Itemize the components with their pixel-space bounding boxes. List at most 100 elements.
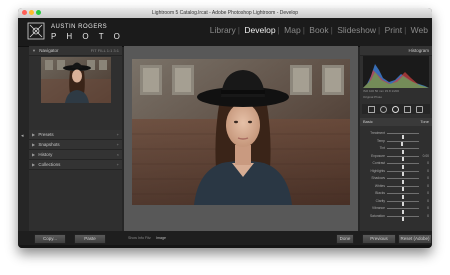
slider-track[interactable] — [387, 208, 419, 214]
expand-triangle-icon: ▶ — [32, 152, 36, 157]
slider-value[interactable]: 0 — [427, 198, 429, 206]
title-bar: Lightroom 5 Catalog.lrcat - Adobe Photos… — [18, 8, 432, 18]
slider-track[interactable] — [387, 170, 419, 177]
module-web[interactable]: Web — [411, 25, 428, 35]
slider-treatment[interactable]: Treatment — [363, 130, 429, 139]
slider-highlights[interactable]: Highlights 0 — [363, 168, 429, 177]
identity-plate-name: AUSTIN ROGERS — [51, 24, 108, 30]
graduated-filter-icon[interactable] — [404, 106, 411, 113]
left-panel: ▼ Navigator FIT FILL 1:1 3:1 ▶ Presets +… — [29, 46, 122, 231]
slider-blacks[interactable]: Blacks 0 — [363, 190, 429, 199]
original-photo-label[interactable]: Original Photo — [363, 95, 382, 99]
left-panel-toggle-icon[interactable]: ◂ — [21, 133, 24, 139]
slider-track[interactable] — [387, 185, 419, 192]
navigator-zoom-options[interactable]: FIT FILL 1:1 3:1 — [91, 46, 119, 55]
history-panel-header[interactable]: ▶ History × — [29, 150, 122, 160]
reset-button[interactable]: Reset (Adobe) — [398, 234, 432, 244]
slider-value[interactable]: 0 — [427, 175, 429, 183]
slider-track[interactable] — [387, 140, 419, 147]
navigator-thumbnail-image — [41, 57, 111, 103]
slider-track[interactable] — [387, 200, 419, 207]
soft-proof-label: Show Info Fitz — [128, 236, 151, 240]
slider-value[interactable]: 0 — [427, 190, 429, 198]
basic-panel-header[interactable]: Basic Tone — [360, 118, 432, 126]
crop-tool-icon[interactable] — [368, 106, 375, 113]
filmstrip-edge — [18, 245, 432, 248]
slider-tint[interactable]: Tint — [363, 145, 429, 154]
slider-value[interactable]: 0 — [427, 183, 429, 191]
basic-sliders: Treatment Temp Tint Exposure 0.00 Contras… — [363, 130, 429, 222]
collections-panel-header[interactable]: ▶ Collections + — [29, 160, 122, 170]
slider-label: Vibrance — [372, 206, 385, 210]
slider-label: Saturation — [369, 213, 385, 218]
module-picker: Library | Develop | Map | Book | Slideshow | … — [210, 25, 428, 35]
zoom-window-button[interactable] — [36, 10, 41, 15]
adjustment-brush-icon[interactable] — [416, 106, 423, 113]
slider-label: Exposure — [371, 153, 385, 158]
copy-settings-button[interactable]: Copy... — [34, 234, 66, 244]
slider-value[interactable]: 0 — [427, 205, 429, 213]
slider-contrast[interactable]: Contrast 0 — [363, 160, 429, 169]
slider-saturation[interactable]: Saturation 0 — [363, 213, 429, 222]
module-separator: | — [277, 25, 280, 35]
presets-panel-header[interactable]: ▶ Presets + — [29, 130, 122, 140]
slider-temp[interactable]: Temp — [363, 138, 429, 147]
slider-track[interactable] — [387, 163, 419, 169]
slider-label: Temp — [376, 138, 385, 143]
snapshots-panel-header[interactable]: ▶ Snapshots + — [29, 140, 122, 150]
spot-removal-icon[interactable] — [380, 106, 387, 113]
slider-track[interactable] — [387, 178, 419, 184]
slider-label: Clarity — [375, 198, 385, 203]
add-collection-icon[interactable]: + — [117, 160, 119, 169]
slider-track[interactable] — [387, 215, 419, 222]
module-slideshow[interactable]: Slideshow — [337, 25, 376, 35]
slider-track[interactable] — [387, 133, 419, 139]
slider-track[interactable] — [387, 193, 419, 199]
module-develop[interactable]: Develop — [244, 25, 275, 35]
camera-info-readout: ISO 100 50 mm f/2.8 1/200 — [363, 89, 400, 93]
slider-value[interactable]: 0 — [427, 168, 429, 176]
image-workspace — [124, 46, 358, 231]
module-map[interactable]: Map — [284, 25, 301, 35]
slider-label: Contrast — [372, 161, 385, 165]
add-snapshot-icon[interactable]: + — [117, 140, 119, 149]
paste-settings-button[interactable]: Paste — [74, 234, 106, 244]
slider-knob[interactable] — [402, 217, 404, 222]
module-library[interactable]: Library — [210, 25, 236, 35]
module-separator: | — [237, 25, 240, 35]
slider-value[interactable]: 0 — [427, 213, 429, 221]
expand-triangle-icon: ▶ — [32, 142, 36, 147]
red-eye-icon[interactable] — [392, 106, 399, 113]
close-window-button[interactable] — [22, 10, 27, 15]
slider-label: Shadows — [371, 176, 385, 180]
slider-value[interactable]: 0.00 — [423, 153, 429, 161]
slider-whites[interactable]: Whites 0 — [363, 183, 429, 192]
histogram-graph[interactable] — [363, 56, 429, 88]
navigator-label: Navigator — [39, 48, 59, 53]
module-book[interactable]: Book — [309, 25, 328, 35]
soft-proof-value[interactable]: Image — [156, 236, 166, 240]
slider-track[interactable] — [387, 148, 419, 154]
slider-clarity[interactable]: Clarity 0 — [363, 198, 429, 207]
previous-button[interactable]: Previous — [362, 234, 396, 244]
histogram-header[interactable]: Histogram — [360, 46, 432, 56]
brand-logo-icon — [27, 22, 45, 40]
minimize-window-button[interactable] — [29, 10, 34, 15]
slider-exposure[interactable]: Exposure 0.00 — [363, 153, 429, 162]
window-title: Lightroom 5 Catalog.lrcat - Adobe Photos… — [151, 10, 299, 16]
lightroom-window: Lightroom 5 Catalog.lrcat - Adobe Photos… — [18, 8, 432, 248]
slider-shadows[interactable]: Shadows 0 — [363, 175, 429, 184]
module-print[interactable]: Print — [385, 25, 402, 35]
slider-vibrance[interactable]: Vibrance 0 — [363, 205, 429, 214]
navigator-header[interactable]: ▼ Navigator FIT FILL 1:1 3:1 — [29, 46, 122, 56]
done-button[interactable]: Done — [336, 234, 354, 244]
tool-strip — [362, 104, 430, 114]
slider-track[interactable] — [387, 155, 419, 162]
clear-history-icon[interactable]: × — [117, 150, 119, 159]
navigator-preview[interactable] — [41, 57, 111, 103]
bottom-toolbar: Copy... Paste Show Info Fitz Image Done … — [18, 231, 432, 245]
add-preset-icon[interactable]: + — [117, 130, 119, 139]
main-photo[interactable] — [132, 59, 350, 205]
slider-value[interactable]: 0 — [427, 160, 429, 168]
tone-label: Tone — [420, 119, 429, 124]
